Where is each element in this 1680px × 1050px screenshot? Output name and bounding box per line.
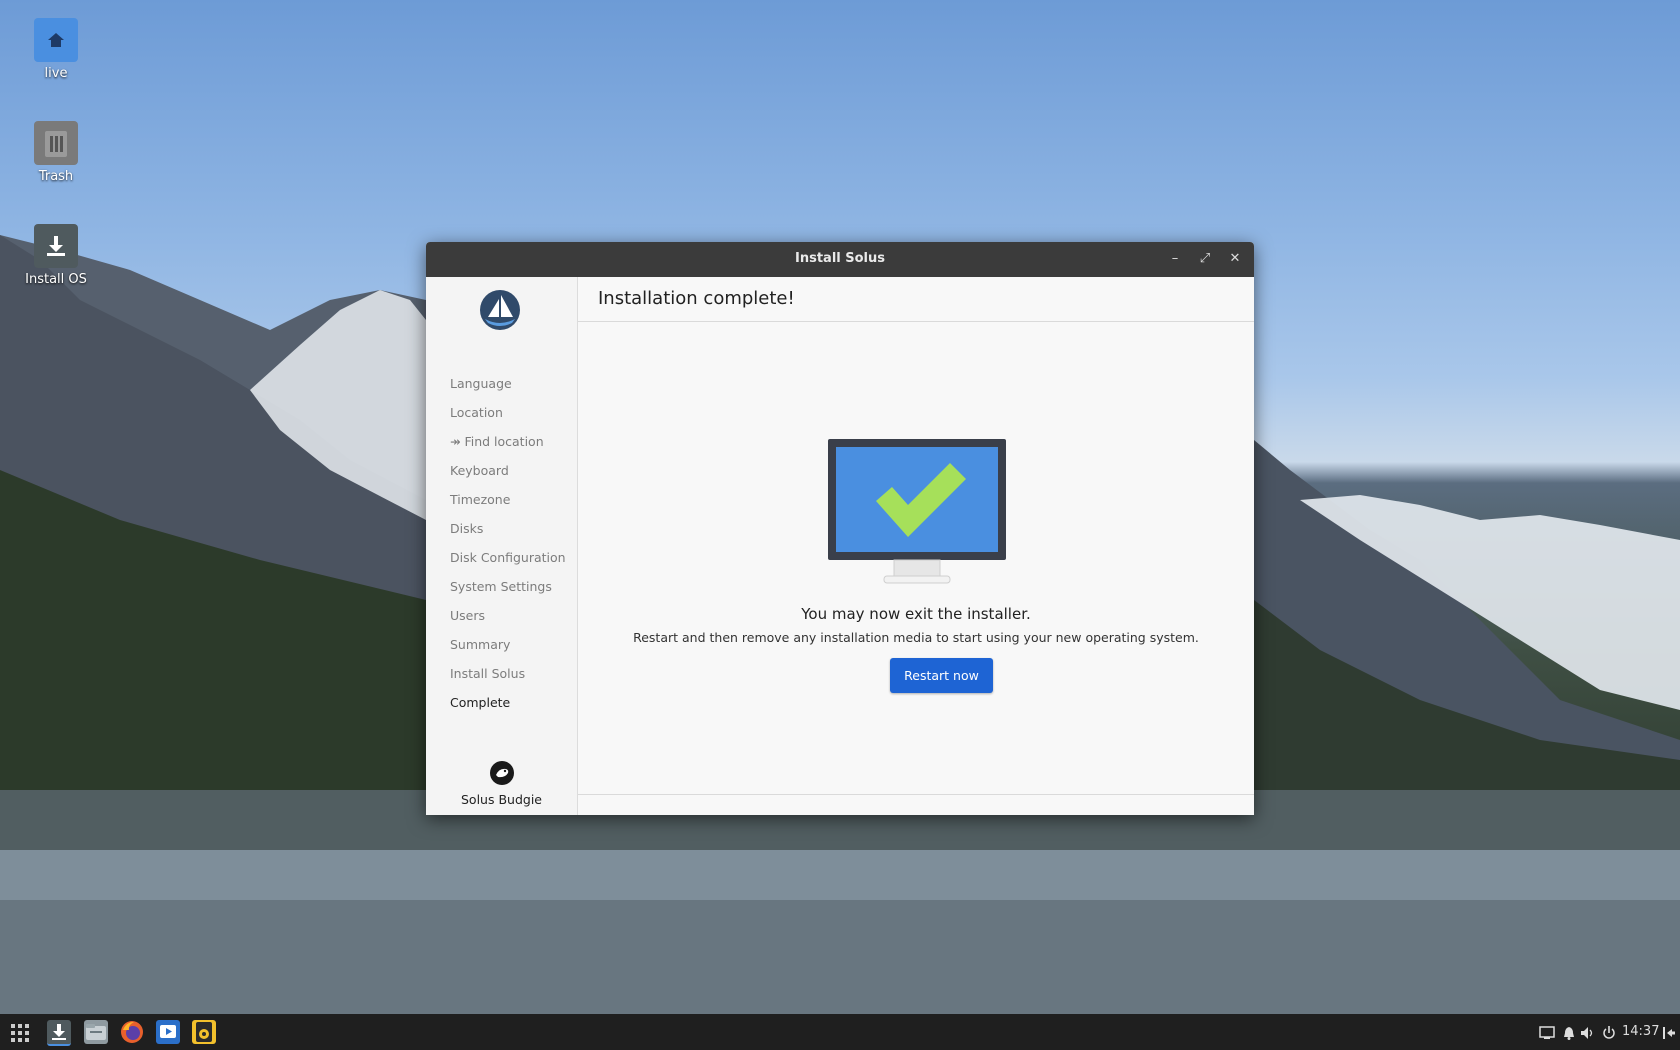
window-title: Install Solus <box>795 251 885 266</box>
edition-label: Solus Budgie <box>461 792 542 807</box>
step-install-solus[interactable]: Install Solus <box>450 659 566 688</box>
completion-panel: You may now exit the installer. Restart … <box>578 322 1254 794</box>
installer-taskbar-icon[interactable] <box>47 1020 71 1046</box>
firefox-icon[interactable] <box>120 1020 144 1044</box>
desktop-icon-install-os[interactable]: Install OS <box>20 224 92 287</box>
desktop-icon-trash[interactable]: Trash <box>20 121 92 184</box>
desktop-icon-label: live <box>44 66 68 81</box>
clock[interactable]: 14:37 <box>1622 1014 1659 1050</box>
step-disks[interactable]: Disks <box>450 514 566 543</box>
page-header: Installation complete! <box>578 277 1254 322</box>
desktop-icon-live[interactable]: live <box>20 18 92 81</box>
edition-brand: Solus Budgie <box>426 760 577 807</box>
step-keyboard[interactable]: Keyboard <box>450 456 566 485</box>
desktop-icon-label: Install OS <box>25 272 87 287</box>
trash-icon <box>34 121 78 165</box>
restart-now-button[interactable]: Restart now <box>890 658 993 693</box>
taskbar: 14:37 <box>0 1014 1680 1050</box>
close-button[interactable]: ✕ <box>1226 250 1244 268</box>
installer-window: Install Solus – ⤢ ✕ Language Location ↠ … <box>426 242 1254 815</box>
home-folder-icon <box>34 18 78 62</box>
step-complete[interactable]: Complete <box>450 688 566 717</box>
power-icon[interactable] <box>1602 1025 1616 1044</box>
software-center-icon[interactable] <box>156 1020 180 1044</box>
step-location[interactable]: Location <box>450 398 566 427</box>
volume-icon[interactable] <box>1580 1025 1596 1044</box>
completion-instructions: Restart and then remove any installation… <box>633 630 1199 645</box>
install-icon <box>34 224 78 268</box>
notifications-bell-icon[interactable] <box>1562 1025 1576 1044</box>
step-summary[interactable]: Summary <box>450 630 566 659</box>
desktop-icon-label: Trash <box>38 169 74 184</box>
logout-icon[interactable] <box>1662 1025 1676 1044</box>
app-menu-icon[interactable] <box>10 1023 30 1047</box>
page-title: Installation complete! <box>598 288 795 309</box>
monitor-check-icon <box>828 439 1006 591</box>
footer-divider <box>578 794 1254 795</box>
step-disk-configuration[interactable]: Disk Configuration <box>450 543 566 572</box>
sidebar: Language Location ↠ Find location Keyboa… <box>426 277 578 815</box>
step-language[interactable]: Language <box>450 369 566 398</box>
step-system-settings[interactable]: System Settings <box>450 572 566 601</box>
solus-logo-icon <box>479 289 521 335</box>
step-users[interactable]: Users <box>450 601 566 630</box>
display-icon[interactable] <box>1539 1025 1555 1044</box>
step-find-location[interactable]: ↠ Find location <box>450 427 566 456</box>
budgie-logo-icon <box>489 760 515 786</box>
file-manager-icon[interactable] <box>84 1020 108 1044</box>
step-list: Language Location ↠ Find location Keyboa… <box>450 369 566 717</box>
maximize-button[interactable]: ⤢ <box>1196 250 1214 268</box>
music-player-icon[interactable] <box>192 1020 216 1044</box>
step-timezone[interactable]: Timezone <box>450 485 566 514</box>
titlebar[interactable]: Install Solus – ⤢ ✕ <box>426 242 1254 277</box>
completion-message: You may now exit the installer. <box>801 605 1031 623</box>
minimize-button[interactable]: – <box>1166 250 1184 268</box>
